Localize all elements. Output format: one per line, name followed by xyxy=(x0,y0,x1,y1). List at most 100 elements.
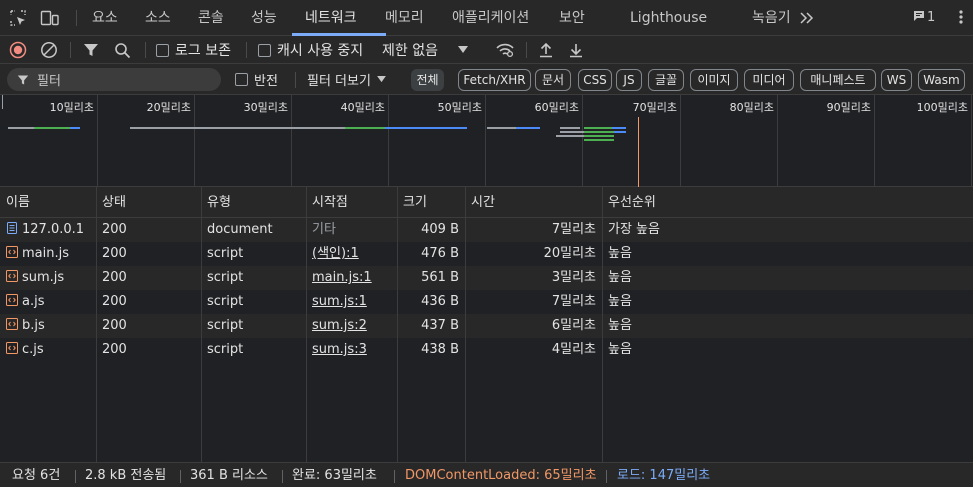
filter-icon xyxy=(17,75,29,84)
network-overview[interactable]: 10밀리초 20밀리초 30밀리초 40밀리초 50밀리초 60밀리초 70밀리초 80밀리초… xyxy=(0,95,973,187)
cell-initiator[interactable]: (색인):1 xyxy=(312,242,395,266)
filter-chip[interactable]: 이미지 xyxy=(690,69,738,91)
column-header[interactable]: 시간 xyxy=(465,187,602,218)
messages-badge[interactable]: 1 xyxy=(913,9,935,27)
cell-size: 436 B xyxy=(421,294,459,309)
table-row[interactable]: 127.0.0.1 200 document 기타 409 B 7밀리초 가장 높음 xyxy=(0,218,973,242)
cell-priority: 높음 xyxy=(608,294,632,309)
table-row[interactable]: sum.js 200 script main.js:1 561 B 3밀리초 높음 xyxy=(0,266,973,290)
tab-3[interactable]: 성능 xyxy=(251,0,277,36)
column-divider[interactable] xyxy=(306,187,307,462)
table-row[interactable]: c.js 200 script sum.js:3 438 B 4밀리초 높음 xyxy=(0,338,973,362)
network-toolbar: 로그 보존 캐시 사용 중지 제한 없음 xyxy=(0,36,973,64)
column-divider[interactable] xyxy=(602,187,603,462)
tab-2[interactable]: 콘솔 xyxy=(198,0,224,36)
tab-9[interactable]: 녹음기 xyxy=(752,0,791,36)
overview-tick-label: 20밀리초 xyxy=(146,101,191,114)
overview-request-bar xyxy=(560,131,584,133)
network-conditions-icon[interactable] xyxy=(495,36,515,64)
search-button[interactable] xyxy=(114,36,131,64)
invert-checkbox[interactable]: 반전 xyxy=(235,65,278,93)
column-divider[interactable] xyxy=(465,187,466,462)
filter-chip[interactable]: 매니페스트 xyxy=(800,69,876,91)
record-button[interactable] xyxy=(9,36,27,64)
filter-chip[interactable]: Fetch/XHR xyxy=(458,69,531,91)
overview-request-bar xyxy=(70,127,80,129)
kebab-menu-icon[interactable] xyxy=(958,8,964,30)
cell-name: b.js xyxy=(6,314,94,338)
cell-time: 3밀리초 xyxy=(551,270,596,285)
tab-1[interactable]: 소스 xyxy=(145,0,171,36)
column-divider[interactable] xyxy=(96,187,97,462)
cell-name: main.js xyxy=(6,242,94,266)
tab-6[interactable]: 애플리케이션 xyxy=(452,0,529,36)
column-divider[interactable] xyxy=(397,187,398,462)
filter-chip[interactable]: 문서 xyxy=(535,69,571,91)
cell-priority: 가장 높음 xyxy=(608,222,660,237)
throttling-select[interactable]: 제한 없음 xyxy=(382,36,468,64)
cell-initiator[interactable]: sum.js:1 xyxy=(312,290,395,314)
overview-tick-label: 50밀리초 xyxy=(437,101,482,114)
tab-5[interactable]: 메모리 xyxy=(385,0,424,36)
column-header[interactable]: 우선순위 xyxy=(602,187,973,218)
filter-chip[interactable]: 글꼴 xyxy=(648,69,684,91)
cell-time: 7밀리초 xyxy=(551,222,596,237)
device-toolbar-icon[interactable] xyxy=(40,9,59,27)
tab-8[interactable]: Lighthouse xyxy=(630,0,707,36)
import-har-icon[interactable] xyxy=(538,36,554,64)
column-divider[interactable] xyxy=(201,187,202,462)
filter-input[interactable]: 필터 xyxy=(7,68,221,91)
tab-0[interactable]: 요소 xyxy=(92,0,118,36)
clear-button[interactable] xyxy=(40,36,58,64)
overview-gridline xyxy=(485,95,486,187)
toolbar-divider xyxy=(70,42,71,58)
more-filters-button[interactable]: 필터 더보기 xyxy=(307,65,386,93)
disable-cache-checkbox[interactable]: 캐시 사용 중지 xyxy=(258,36,363,64)
cell-time: 6밀리초 xyxy=(551,318,596,333)
request-table: 이름 상태 유형 시작점 크기 시간 우선순위 127.0.0.1 200 document 기타… xyxy=(0,187,973,462)
cell-initiator[interactable]: main.js:1 xyxy=(312,266,395,290)
request-count: 요청 6건 xyxy=(12,468,61,483)
filter-chip[interactable]: JS xyxy=(616,69,642,91)
table-row[interactable]: main.js 200 script (색인):1 476 B 20밀리초 높음 xyxy=(0,242,973,266)
cell-status: 200 xyxy=(102,270,127,285)
toolbar-divider xyxy=(145,42,146,58)
filter-toggle-button[interactable] xyxy=(83,36,99,64)
overview-request-bar xyxy=(612,127,626,129)
cell-status: 200 xyxy=(102,294,127,309)
column-header[interactable]: 유형 xyxy=(201,187,306,218)
preserve-log-label: 로그 보존 xyxy=(175,43,231,59)
dom-content-loaded-time: DOMContentLoaded: 65밀리초 xyxy=(405,468,597,483)
cell-initiator[interactable]: sum.js:3 xyxy=(312,338,395,362)
filter-chip[interactable]: 전체 xyxy=(411,69,444,91)
file-name: 127.0.0.1 xyxy=(22,222,85,237)
overview-request-bar xyxy=(584,127,612,129)
overview-gridline xyxy=(582,95,583,187)
column-header[interactable]: 이름 xyxy=(0,187,96,218)
filter-chip[interactable]: CSS xyxy=(578,69,612,91)
column-header[interactable]: 상태 xyxy=(96,187,201,218)
table-row[interactable]: a.js 200 script sum.js:1 436 B 7밀리초 높음 xyxy=(0,290,973,314)
export-har-icon[interactable] xyxy=(568,36,584,64)
inspect-element-icon[interactable] xyxy=(9,9,27,27)
cell-initiator[interactable]: sum.js:2 xyxy=(312,314,395,338)
more-tabs-icon[interactable] xyxy=(800,0,814,36)
overview-gridline xyxy=(680,95,681,187)
checkbox-box[interactable] xyxy=(235,72,248,86)
tab-7[interactable]: 보안 xyxy=(559,0,585,36)
checkbox-box[interactable] xyxy=(258,43,271,57)
filter-chip[interactable]: Wasm xyxy=(918,69,965,91)
tab-4[interactable]: 네트워크 xyxy=(305,0,357,36)
filter-chip[interactable]: 미디어 xyxy=(744,69,794,91)
tabbar-divider xyxy=(76,10,77,26)
filter-chip[interactable]: WS xyxy=(881,69,912,91)
checkbox-box[interactable] xyxy=(156,43,169,57)
column-header[interactable]: 크기 xyxy=(397,187,465,218)
cell-status: 200 xyxy=(102,318,127,333)
preserve-log-checkbox[interactable]: 로그 보존 xyxy=(156,36,231,64)
column-header[interactable]: 시작점 xyxy=(306,187,397,218)
filter-placeholder: 필터 xyxy=(37,74,61,89)
overview-left-handle[interactable] xyxy=(2,95,3,109)
status-divider xyxy=(75,470,76,483)
table-row[interactable]: b.js 200 script sum.js:2 437 B 6밀리초 높음 xyxy=(0,314,973,338)
